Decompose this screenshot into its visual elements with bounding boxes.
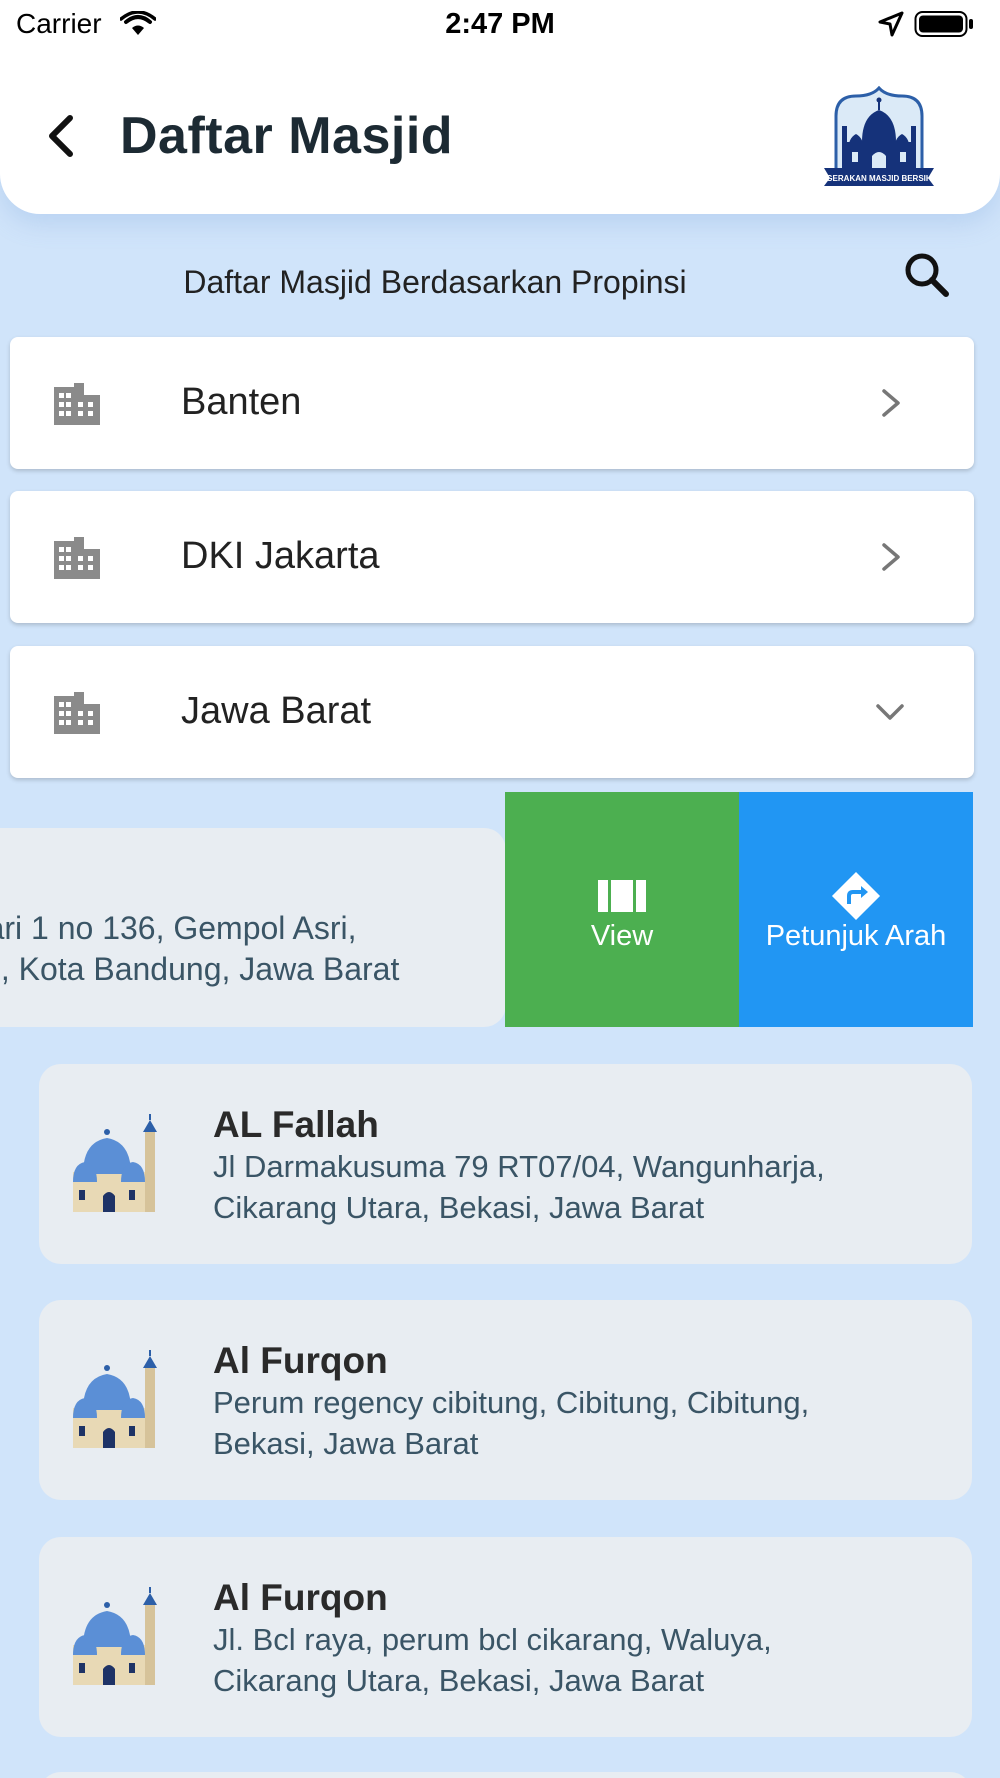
- directions-label: Petunjuk Arah: [765, 920, 947, 952]
- mosque-name: AL Fallah: [213, 1104, 379, 1145]
- province-item-banten[interactable]: Banten: [10, 337, 974, 469]
- mosque-name: Al Furqon: [213, 1340, 388, 1381]
- mosque-card-partial[interactable]: [39, 1772, 972, 1778]
- province-label: Banten: [181, 381, 302, 423]
- province-label: Jawa Barat: [181, 690, 372, 732]
- mosque-card[interactable]: Al Furqon Jl. Bcl raya, perum bcl cikara…: [39, 1537, 972, 1737]
- section-subtitle: Daftar Masjid Berdasarkan Propinsi: [183, 264, 687, 300]
- directions-button[interactable]: Petunjuk Arah: [739, 792, 973, 1027]
- view-columns-icon: [598, 880, 646, 912]
- status-bar: Carrier 2:47 PM: [0, 0, 1000, 52]
- mosque-address: Perum regency cibitung, Cibitung, Cibitu…: [213, 1385, 810, 1461]
- search-icon: [905, 253, 949, 297]
- province-label: DKI Jakarta: [181, 535, 380, 577]
- clock-time: 2:47 PM: [445, 8, 555, 40]
- page-title: Daftar Masjid: [120, 107, 454, 165]
- directions-icon: [831, 871, 881, 921]
- svg-text:GERAKAN MASJID BERSIH: GERAKAN MASJID BERSIH: [826, 174, 932, 183]
- mosque-icon: [73, 1350, 157, 1448]
- screen: Daftar Masjid GERAKAN MASJID BERSIH Carr…: [0, 0, 1000, 1778]
- mosque-icon: [73, 1587, 157, 1685]
- battery-icon: [914, 11, 973, 37]
- mosque-address: Jl. Bcl raya, perum bcl cikarang, Waluya…: [213, 1622, 772, 1698]
- mosque-icon: [73, 1114, 157, 1212]
- province-item-jawa-barat[interactable]: Jawa Barat: [10, 646, 974, 778]
- mosque-address: Jl Darmakusuma 79 RT07/04, Wangunharja, …: [213, 1149, 825, 1225]
- mosque-card[interactable]: Al Furqon Perum regency cibitung, Cibitu…: [39, 1300, 972, 1500]
- mosque-card-swiped[interactable]: Jl. Bunga Sulsari 1 no 136, Gempol Asri,…: [0, 828, 506, 1027]
- back-button[interactable]: [40, 108, 84, 164]
- location-arrow-icon: [878, 11, 904, 37]
- view-label: View: [590, 920, 654, 952]
- search-button[interactable]: [900, 248, 954, 302]
- view-button[interactable]: View: [505, 792, 739, 1027]
- building-icon: [54, 537, 100, 579]
- mosque-name: Al Furqon: [213, 1577, 388, 1618]
- gerakan-masjid-bersih-logo: GERAKAN MASJID BERSIH: [822, 85, 936, 186]
- province-item-dki-jakarta[interactable]: DKI Jakarta: [10, 491, 974, 623]
- building-icon: [54, 692, 100, 734]
- mosque-card[interactable]: AL Fallah Jl Darmakusuma 79 RT07/04, Wan…: [39, 1064, 972, 1264]
- chevron-down-icon: [876, 704, 904, 720]
- building-icon: [54, 383, 100, 425]
- chevron-left-icon: [49, 115, 73, 157]
- chevron-right-icon: [882, 389, 900, 417]
- mosque-address: Jl. Bunga Sulsari 1 no 136, Gempol Asri,…: [0, 910, 400, 987]
- chevron-right-icon: [882, 543, 900, 571]
